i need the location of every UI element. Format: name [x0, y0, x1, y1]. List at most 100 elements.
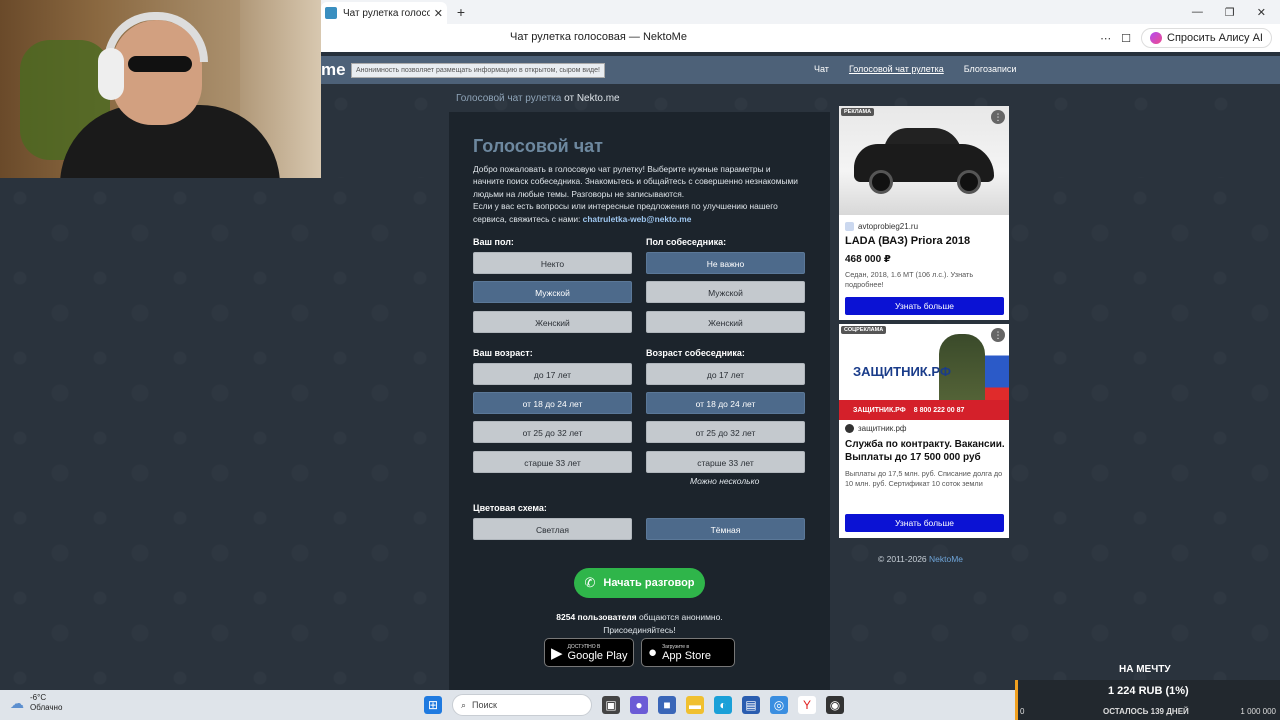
- banner-bar: ЗАЩИТНИК.РФ 8 800 222 00 87: [839, 400, 1009, 420]
- ad-contract-service[interactable]: ЗАЩИТНИК.РФ ЗАЩИТНИК.РФ 8 800 222 00 87 С…: [839, 324, 1009, 538]
- partner-gender-label: Пол собеседника:: [646, 237, 727, 247]
- partner-age-18-24[interactable]: от 18 до 24 лет: [646, 392, 805, 414]
- google-play-icon: ▶: [551, 644, 563, 662]
- webcam-headphone: [98, 48, 124, 100]
- close-icon[interactable]: ✕: [434, 7, 443, 20]
- browser-tab[interactable]: Чат рулетка голосовая ✕: [321, 2, 447, 24]
- your-gender-nekto[interactable]: Некто: [473, 252, 632, 274]
- window-controls: — ❐ ✕: [1192, 6, 1280, 19]
- multi-select-hint: Можно несколько: [690, 476, 760, 486]
- breadcrumb-link[interactable]: Голосовой чат рулетка: [456, 93, 561, 104]
- task-view-icon[interactable]: ▣: [602, 696, 620, 714]
- voice-chat-panel: Голосовой чат Добро пожаловать в голосов…: [449, 112, 830, 690]
- copyright-brand-link[interactable]: NektoMe: [929, 554, 963, 564]
- your-age-label: Ваш возраст:: [473, 348, 533, 358]
- donation-widget: 1 224 RUB (1%) 0 ОСТАЛОСЬ 139 ДНЕЙ 1 000…: [1015, 680, 1280, 720]
- edge-icon[interactable]: ◐: [714, 696, 732, 714]
- ad-description: Седан, 2018, 1.6 MT (106 л.с.). Узнать п…: [845, 270, 974, 289]
- ask-alice-label: Спросить Алису AI: [1167, 32, 1263, 44]
- search-icon: ⌕: [461, 699, 467, 710]
- google-play-button[interactable]: ▶ ДОСТУПНО В Google Play: [544, 638, 635, 667]
- app-store-label: App Store: [662, 649, 711, 662]
- ad-car[interactable]: РЕКЛАМА ⋮ avtoprobieg21.ru LADA (ВАЗ) Pr…: [839, 106, 1009, 320]
- ad-source-favicon-icon: [845, 222, 854, 231]
- partner-gender-female[interactable]: Женский: [646, 311, 805, 333]
- panel-description: Добро пожаловать в голосовую чат рулетку…: [473, 163, 803, 225]
- ad-title[interactable]: Служба по контракту. Вакансии. Выплаты д…: [845, 438, 1007, 464]
- join-text: Присоединяйтесь!: [603, 625, 676, 635]
- color-scheme-label: Цветовая схема:: [473, 503, 547, 513]
- contact-email-link[interactable]: chatruletka-web@nekto.me: [583, 214, 692, 224]
- browser-tabbar: Чат рулетка голосовая ✕ + — ❐ ✕: [321, 0, 1280, 24]
- start-conversation-button[interactable]: ✆ Начать разговор: [574, 568, 705, 598]
- ad-learn-more-button[interactable]: Узнать больше: [845, 514, 1004, 532]
- ad-source-domain: avtoprobieg21.ru: [858, 222, 919, 231]
- your-age-18-24[interactable]: от 18 до 24 лет: [473, 392, 632, 414]
- search-placeholder: Поиск: [472, 700, 497, 710]
- nav-voice-roulette[interactable]: Голосовой чат рулетка: [849, 64, 944, 74]
- partner-gender-male[interactable]: Мужской: [646, 281, 805, 303]
- webcam-sunglasses: [128, 56, 192, 72]
- ad-menu-icon[interactable]: ⋮: [991, 328, 1005, 342]
- ad-source: защитник.рф: [845, 424, 906, 433]
- weather-widget[interactable]: ☁ -6°C Облачно: [10, 693, 62, 713]
- more-icon[interactable]: ⋯: [1100, 32, 1111, 45]
- new-tab-button[interactable]: +: [453, 4, 469, 20]
- desc-welcome: Добро пожаловать в голосовую чат рулетку…: [473, 164, 798, 199]
- ad-source-favicon-icon: [845, 424, 854, 433]
- maximize-button[interactable]: ❐: [1225, 6, 1235, 19]
- breadcrumb: Голосовой чат рулетка от Nekto.me: [456, 93, 620, 104]
- yandex-browser-icon[interactable]: Y: [798, 696, 816, 714]
- minimize-button[interactable]: —: [1192, 6, 1203, 18]
- partner-age-label: Возраст собеседника:: [646, 348, 745, 358]
- your-gender-female[interactable]: Женский: [473, 311, 632, 333]
- google-play-label: Google Play: [567, 649, 628, 662]
- donation-amount: 1 224 RUB (1%): [1108, 685, 1189, 697]
- banner-title: ЗАЩИТНИК.РФ: [853, 364, 951, 379]
- chat-app-icon[interactable]: ◎: [770, 696, 788, 714]
- window-close-button[interactable]: ✕: [1257, 6, 1266, 19]
- app-store-button[interactable]: ● Загрузите в App Store: [641, 638, 735, 667]
- nav-chat[interactable]: Чат: [814, 64, 829, 74]
- your-age-25-32[interactable]: от 25 до 32 лет: [473, 421, 632, 443]
- your-gender-male[interactable]: Мужской: [473, 281, 632, 303]
- your-age-under-17[interactable]: до 17 лет: [473, 363, 632, 385]
- nav-blog[interactable]: Блогозаписи: [964, 64, 1017, 74]
- folder-icon[interactable]: ▬: [686, 696, 704, 714]
- alice-icon: [1150, 32, 1163, 44]
- partner-age-25-32[interactable]: от 25 до 32 лет: [646, 421, 805, 443]
- obs-icon[interactable]: ◉: [826, 696, 844, 714]
- partner-age-over-33[interactable]: старше 33 лет: [646, 451, 805, 473]
- store-icon[interactable]: ■: [658, 696, 676, 714]
- ad-description: Выплаты до 17,5 млн. руб. Списание долга…: [845, 469, 1003, 488]
- your-age-over-33[interactable]: старше 33 лет: [473, 451, 632, 473]
- phone-icon: ✆: [584, 575, 596, 590]
- ask-alice-button[interactable]: Спросить Алису AI: [1141, 28, 1272, 48]
- ad-title[interactable]: LADA (ВАЗ) Priora 2018: [845, 235, 970, 247]
- ad-badge: РЕКЛАМА: [841, 108, 875, 116]
- bookmark-icon[interactable]: ☐: [1121, 32, 1131, 45]
- your-gender-label: Ваш пол:: [473, 237, 514, 247]
- browser-addressbar: Чат рулетка голосовая — NektoMe ⋯ ☐ Спро…: [321, 24, 1280, 52]
- car-wheel: [957, 170, 981, 194]
- app-icon[interactable]: ▤: [742, 696, 760, 714]
- ad-learn-more-button[interactable]: Узнать больше: [845, 297, 1004, 315]
- partner-gender-any[interactable]: Не важно: [646, 252, 805, 274]
- partner-age-under-17[interactable]: до 17 лет: [646, 363, 805, 385]
- scheme-light[interactable]: Светлая: [473, 518, 632, 540]
- copyright-text: © 2011-2026: [878, 554, 930, 564]
- teams-icon[interactable]: ●: [630, 696, 648, 714]
- anonymity-notice: Анонимность позволяет размещать информац…: [351, 62, 605, 78]
- ad-source: avtoprobieg21.ru: [845, 222, 918, 231]
- scheme-dark[interactable]: Тёмная: [646, 518, 805, 540]
- weather-condition: Облачно: [30, 703, 63, 712]
- site-logo[interactable]: me: [321, 60, 346, 80]
- donation-days-left: ОСТАЛОСЬ 139 ДНЕЙ: [1103, 707, 1189, 716]
- panel-title: Голосовой чат: [473, 136, 603, 156]
- ad-menu-icon[interactable]: ⋮: [991, 110, 1005, 124]
- window-title[interactable]: Чат рулетка голосовая — NektoMe: [510, 31, 687, 43]
- taskbar-search[interactable]: ⌕ Поиск: [452, 694, 592, 716]
- copyright: © 2011-2026 NektoMe: [878, 554, 963, 564]
- ad-badge: СОЦРЕКЛАМА: [841, 326, 887, 334]
- windows-start-icon[interactable]: ⊞: [424, 696, 442, 714]
